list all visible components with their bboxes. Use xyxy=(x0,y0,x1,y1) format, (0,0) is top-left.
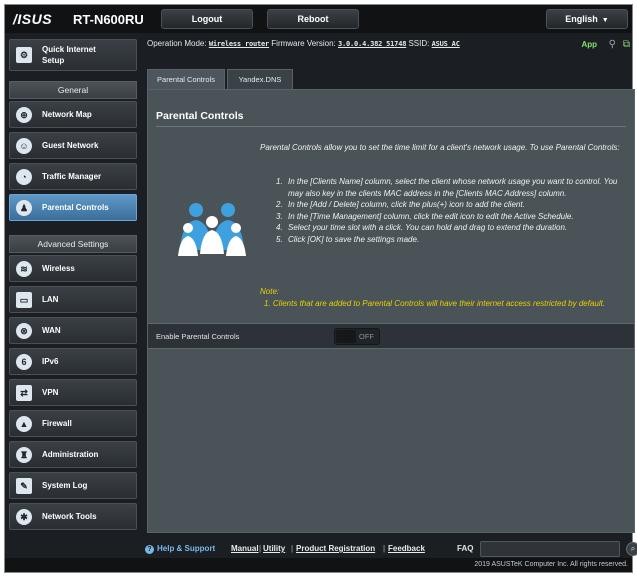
enable-parental-controls-row: Enable Parental Controls OFF xyxy=(148,323,634,349)
firewall-icon: ▲ xyxy=(16,416,32,432)
list-item: 4. Select your time slot with a click. Yo… xyxy=(276,223,568,232)
network-map-icon: ⊕ xyxy=(16,107,32,123)
ssid-label: SSID: xyxy=(408,39,430,48)
sidebar-item-ipv6[interactable]: 6 IPv6 xyxy=(9,348,137,375)
sidebar-item-label: VPN xyxy=(42,388,59,397)
system-log-icon: ✎ xyxy=(16,478,32,494)
sidebar-item-wan[interactable]: ⊗ WAN xyxy=(9,317,137,344)
intro-text: Parental Controls allow you to set the t… xyxy=(260,143,620,152)
enable-parental-controls-label: Enable Parental Controls xyxy=(156,332,240,341)
network-tools-icon: ✱ xyxy=(16,509,32,525)
separator: | xyxy=(383,544,386,553)
main-panel: Parental Controls Parental Controls allo… xyxy=(147,89,635,533)
sidebar-item-network-tools[interactable]: ✱ Network Tools xyxy=(9,503,137,530)
firmware-link[interactable]: 3.0.0.4.382_51748 xyxy=(338,40,406,48)
sidebar-item-lan[interactable]: ▭ LAN xyxy=(9,286,137,313)
help-support-link[interactable]: ? Help & Support xyxy=(145,544,215,554)
tab-yandex-dns[interactable]: Yandex.DNS xyxy=(227,69,293,89)
ipv6-icon: 6 xyxy=(16,354,32,370)
sidebar-item-label-2: Setup xyxy=(42,56,65,65)
sidebar-item-label: WAN xyxy=(42,326,61,335)
app-link[interactable]: App xyxy=(581,40,597,49)
manual-link[interactable]: Manual xyxy=(231,544,259,553)
enable-parental-controls-toggle[interactable]: OFF xyxy=(334,328,380,345)
sidebar-item-system-log[interactable]: ✎ System Log xyxy=(9,472,137,499)
network-status-icon[interactable]: ⧉ xyxy=(623,39,630,50)
wan-icon: ⊗ xyxy=(16,323,32,339)
model-name: RT-N600RU xyxy=(73,12,144,27)
sidebar-item-label: Parental Controls xyxy=(42,203,109,212)
sidebar-item-label: Network Tools xyxy=(42,512,97,521)
list-item: 2. In the [Add / Delete] column, click th… xyxy=(276,200,525,209)
list-item: 5. Click [OK] to save the settings made. xyxy=(276,234,420,244)
sidebar-item-parental-controls[interactable]: ♟ Parental Controls xyxy=(9,194,137,221)
sidebar-item-traffic-manager[interactable]: ◔ Traffic Manager xyxy=(9,163,137,190)
page-title: Parental Controls xyxy=(156,110,244,122)
sidebar-item-firewall[interactable]: ▲ Firewall xyxy=(9,410,137,437)
top-bar: /ISUS RT-N600RU Logout Reboot English ▼ xyxy=(5,5,632,33)
router-admin-window: /ISUS RT-N600RU Logout Reboot English ▼ ⚙… xyxy=(4,4,637,573)
product-registration-link[interactable]: Product Registration xyxy=(296,544,375,553)
traffic-manager-icon: ◔ xyxy=(16,169,32,185)
status-bar: Operation Mode: Wireless router Firmware… xyxy=(147,39,634,57)
vpn-icon: ⇄ xyxy=(16,385,32,401)
sidebar-item-label: Wireless xyxy=(42,264,75,273)
sidebar-item-label: Network Map xyxy=(42,110,92,119)
sidebar-heading-advanced: Advanced Settings xyxy=(9,235,137,253)
sidebar-item-label: LAN xyxy=(42,295,59,304)
sidebar-item-vpn[interactable]: ⇄ VPN xyxy=(9,379,137,406)
quick-setup-icon: ⚙ xyxy=(16,47,32,63)
family-illustration-icon xyxy=(178,203,246,256)
note-heading: Note: xyxy=(260,287,280,296)
sidebar-item-administration[interactable]: ♜ Administration xyxy=(9,441,137,468)
utility-link[interactable]: Utility xyxy=(263,544,285,553)
reboot-button[interactable]: Reboot xyxy=(267,9,359,29)
parental-controls-icon: ♟ xyxy=(16,200,32,216)
sidebar-item-label: Administration xyxy=(42,450,99,459)
title-divider xyxy=(156,126,626,127)
sidebar-item-quick-internet-setup[interactable]: ⚙ Quick Internet Setup xyxy=(9,39,137,71)
search-icon[interactable]: ⌕ xyxy=(626,542,637,556)
toggle-knob xyxy=(336,330,356,343)
list-item: 3. In the [Time Management] column, click… xyxy=(276,211,574,221)
op-mode-label: Operation Mode: xyxy=(147,39,207,48)
tab-parental-controls[interactable]: Parental Controls xyxy=(147,69,225,89)
asus-logo: /ISUS xyxy=(13,11,53,27)
footer: ? Help & Support Manual | Utility | Produ… xyxy=(145,541,637,559)
faq-label: FAQ xyxy=(457,544,474,553)
separator: | xyxy=(291,544,294,553)
faq-search-input[interactable] xyxy=(480,541,620,557)
note-text: 1. Clients that are added to Parental Co… xyxy=(264,298,606,308)
sidebar-item-label: Firewall xyxy=(42,419,72,428)
copyright-text: 2019 ASUSTeK Computer Inc. All rights re… xyxy=(5,558,632,572)
toggle-state-text: OFF xyxy=(359,332,374,341)
guest-network-icon: ☺ xyxy=(16,138,32,154)
sidebar-item-label: IPv6 xyxy=(42,357,59,366)
sidebar-item-label: Quick Internet xyxy=(42,45,96,54)
firmware-label: Firmware Version: xyxy=(271,39,336,48)
ssid-link[interactable]: ASUS_AC xyxy=(432,40,460,48)
feedback-link[interactable]: Feedback xyxy=(388,544,425,553)
sidebar-item-label: Traffic Manager xyxy=(42,172,102,181)
sidebar-item-label: System Log xyxy=(42,481,88,490)
language-select[interactable]: English ▼ xyxy=(546,9,628,29)
note-block: Note: 1. Clients that are added to Paren… xyxy=(260,286,620,309)
sidebar-heading-general: General xyxy=(9,81,137,99)
op-mode-link[interactable]: Wireless router xyxy=(209,40,269,48)
list-item: 1. In the [Clients Name] column, select t… xyxy=(276,177,618,198)
language-value: English xyxy=(565,14,598,24)
sidebar-item-wireless[interactable]: ≋ Wireless xyxy=(9,255,137,282)
wireless-icon: ≋ xyxy=(16,261,32,277)
sidebar-item-label: Guest Network xyxy=(42,141,99,150)
help-icon: ? xyxy=(145,545,154,554)
sidebar-item-guest-network[interactable]: ☺ Guest Network xyxy=(9,132,137,159)
instruction-list: 1. In the [Clients Name] column, select t… xyxy=(276,176,626,245)
sidebar-item-network-map[interactable]: ⊕ Network Map xyxy=(9,101,137,128)
usb-icon[interactable]: ⚲ xyxy=(609,39,616,50)
logout-button[interactable]: Logout xyxy=(161,9,253,29)
chevron-down-icon: ▼ xyxy=(601,17,609,24)
separator: | xyxy=(259,544,262,553)
lan-icon: ▭ xyxy=(16,292,32,308)
administration-icon: ♜ xyxy=(16,447,32,463)
